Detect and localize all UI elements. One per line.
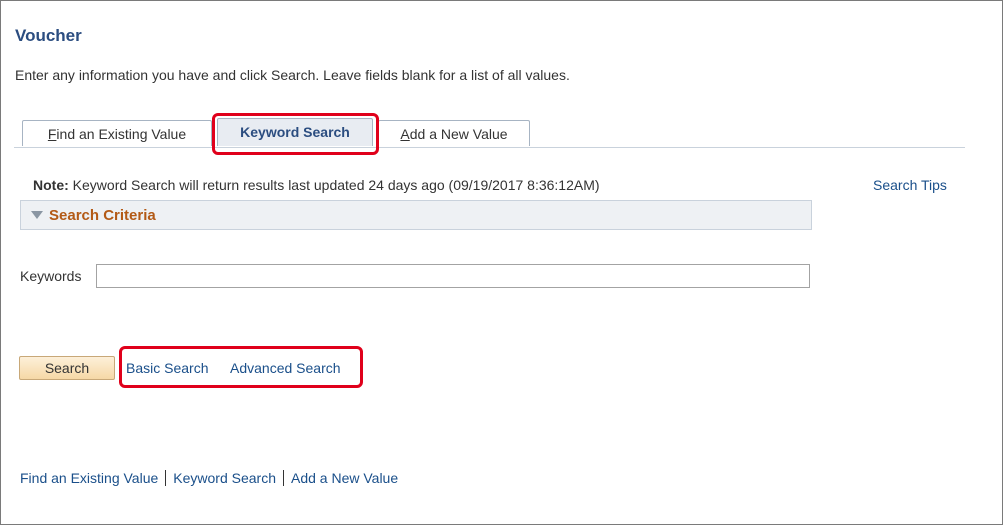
- keywords-label: Keywords: [20, 268, 82, 284]
- advanced-search-link[interactable]: Advanced Search: [230, 360, 341, 376]
- tab-label: ind an Existing Value: [56, 126, 187, 142]
- footer-separator: [165, 470, 167, 486]
- tab-label: dd a New Value: [409, 126, 508, 142]
- footer-separator: [282, 470, 284, 486]
- footer-link-find-existing-value[interactable]: Find an Existing Value: [20, 470, 158, 486]
- search-criteria-header[interactable]: Search Criteria: [20, 200, 812, 230]
- footer-link-keyword-search[interactable]: Keyword Search: [173, 470, 276, 486]
- footer-link-add-new-value[interactable]: Add a New Value: [291, 470, 398, 486]
- tab-add-new-value[interactable]: Add a New Value: [378, 120, 530, 146]
- collapse-arrow-icon[interactable]: [31, 211, 43, 219]
- keywords-input[interactable]: [96, 264, 810, 288]
- page-title: Voucher: [15, 26, 82, 45]
- tab-baseline: [14, 147, 965, 148]
- search-button[interactable]: Search: [19, 356, 115, 380]
- basic-search-link[interactable]: Basic Search: [126, 360, 208, 376]
- tab-accesskey: A: [400, 126, 410, 142]
- tab-find-existing-value[interactable]: Find an Existing Value: [22, 120, 212, 146]
- keyword-note: Note: Keyword Search will return results…: [33, 177, 600, 193]
- search-criteria-label: Search Criteria: [49, 207, 156, 224]
- note-prefix: Note:: [33, 177, 69, 193]
- note-text: Keyword Search will return results last …: [68, 177, 600, 193]
- footer-links: Find an Existing Value Keyword Search Add …: [20, 470, 398, 486]
- tab-label: Keyword Search: [240, 124, 350, 140]
- tab-keyword-search[interactable]: Keyword Search: [217, 118, 373, 146]
- instructions-text: Enter any information you have and click…: [15, 67, 570, 83]
- search-tips-link[interactable]: Search Tips: [873, 177, 947, 193]
